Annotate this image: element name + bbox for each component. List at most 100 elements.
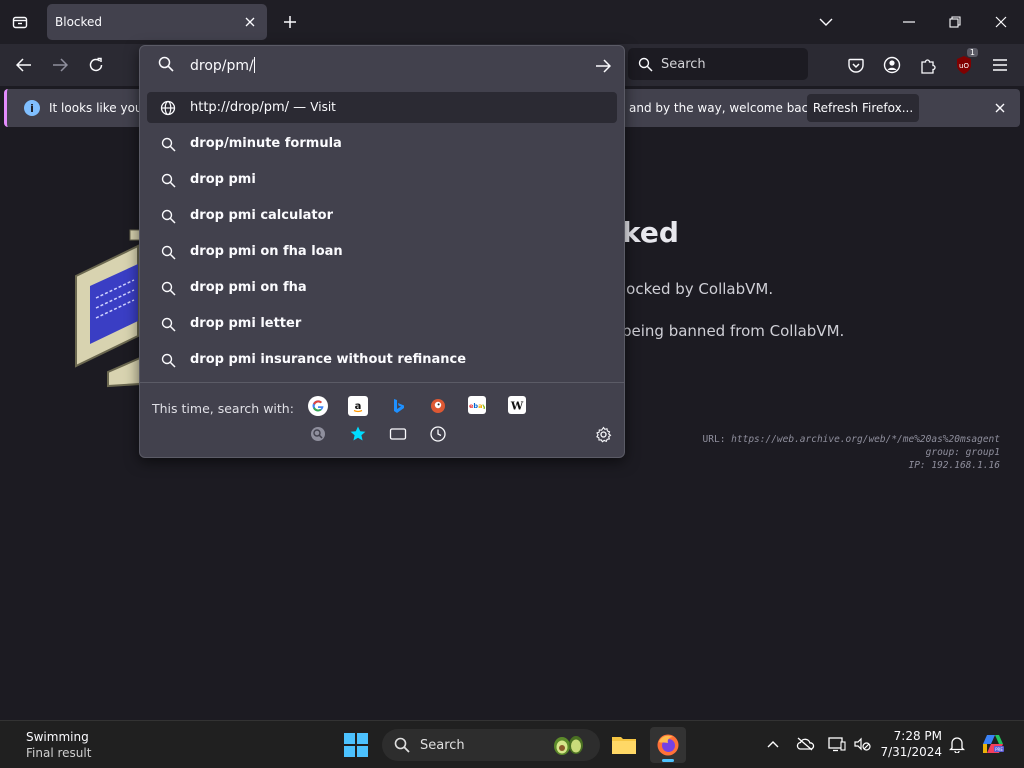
page-message-2: being banned from CollabVM.: [622, 322, 845, 340]
globe-icon: [159, 99, 177, 117]
search-suggestion[interactable]: drop pmi on fha: [147, 272, 617, 303]
suggestion-text: drop pmi calculator: [190, 208, 333, 223]
search-suggestion[interactable]: drop pmi on fha loan: [147, 236, 617, 267]
visit-separator: —: [289, 100, 311, 115]
search-icon: [159, 207, 177, 225]
computer-illustration: [75, 229, 141, 388]
onedrive-offline-icon[interactable]: [794, 733, 816, 755]
search-settings-gear-icon[interactable]: [593, 424, 613, 444]
tab-list-icon[interactable]: [6, 8, 34, 36]
bookmarks-star-icon[interactable]: [348, 424, 368, 444]
search-icon: [159, 351, 177, 369]
pocket-icon[interactable]: [842, 51, 870, 79]
search-icon: [159, 279, 177, 297]
visit-label: Visit: [310, 100, 336, 114]
tab-strip: Blocked: [0, 0, 1024, 44]
notification-message-end: and by the way, welcome back!: [629, 101, 821, 115]
windows-start-icon[interactable]: [344, 733, 368, 757]
go-arrow-icon[interactable]: [592, 55, 614, 77]
network-sound-icon[interactable]: [852, 733, 874, 755]
google-engine-icon[interactable]: [308, 396, 328, 416]
taskbar-search-box[interactable]: Search: [382, 729, 600, 761]
tab-blocked[interactable]: Blocked: [47, 4, 267, 40]
visit-url-suggestion[interactable]: http://drop/pm/ — Visit: [147, 92, 617, 123]
duckduckgo-engine-icon[interactable]: [428, 396, 448, 416]
urlbar-panel: drop/pm/ http://drop/pm/ — Visit drop/mi…: [139, 45, 625, 458]
diagnostics-info: URL: https://web.archive.org/web/*/me%20…: [703, 433, 1000, 472]
reload-icon[interactable]: [82, 51, 110, 79]
file-explorer-icon[interactable]: [606, 727, 642, 763]
ublock-origin-icon[interactable]: uO 1: [950, 48, 978, 79]
history-clock-icon[interactable]: [428, 424, 448, 444]
search-icon: [159, 171, 177, 189]
diag-url: https://web.archive.org/web/*/me%20as%20…: [731, 434, 1000, 445]
firefox-taskbar-icon[interactable]: [650, 727, 686, 763]
search-icon: [159, 243, 177, 261]
search-suggestion[interactable]: drop pmi calculator: [147, 200, 617, 231]
new-tab-icon[interactable]: [278, 10, 302, 34]
diag-ip: IP: 192.168.1.16: [908, 460, 1000, 471]
search-icon: [394, 737, 410, 753]
visit-url: http://drop/pm/: [190, 100, 290, 115]
extension-badge-count: 1: [966, 48, 978, 57]
urlbar-input[interactable]: drop/pm/: [140, 46, 624, 84]
taskbar-clock[interactable]: 7:28 PM 7/31/2024: [880, 728, 942, 760]
forward-arrow-icon[interactable]: [46, 51, 74, 79]
display-icon[interactable]: [826, 733, 848, 755]
back-arrow-icon[interactable]: [10, 51, 38, 79]
widget-subtitle: Final result: [26, 746, 92, 760]
ebay-engine-icon[interactable]: ebay: [468, 396, 486, 414]
urlbar-value: drop/pm/: [190, 58, 254, 74]
window-close-icon[interactable]: [987, 8, 1015, 36]
clock-time: 7:28 PM: [893, 729, 942, 743]
history-search-engine-icon[interactable]: [308, 424, 328, 444]
diag-group: group: group1: [925, 447, 1000, 458]
clock-date: 7/31/2024: [880, 745, 942, 759]
search-suggestion[interactable]: drop/minute formula: [147, 128, 617, 159]
toolbar-search-box[interactable]: Search: [628, 48, 808, 80]
search-suggestion[interactable]: drop pmi letter: [147, 308, 617, 339]
suggestion-text: drop pmi: [190, 172, 256, 187]
wikipedia-engine-icon[interactable]: W: [508, 396, 526, 414]
suggestion-text: drop pmi insurance without refinance: [190, 352, 467, 367]
tray-overflow-chevron-icon[interactable]: [762, 733, 784, 755]
urlbar-search-icon: [158, 56, 174, 72]
svg-text:a: a: [355, 401, 362, 412]
account-icon[interactable]: [878, 51, 906, 79]
restore-icon[interactable]: [941, 8, 969, 36]
suggestion-text: drop pmi letter: [190, 316, 302, 331]
svg-text:PRE: PRE: [995, 747, 1003, 752]
search-suggestion[interactable]: drop pmi: [147, 164, 617, 195]
extensions-puzzle-icon[interactable]: [914, 51, 942, 79]
copilot-icon[interactable]: PRE: [980, 731, 1006, 757]
search-engines-label: This time, search with:: [152, 401, 294, 416]
bing-engine-icon[interactable]: [388, 396, 408, 416]
tab-title: Blocked: [55, 15, 103, 29]
notification-close-icon[interactable]: [990, 98, 1010, 118]
tab-close-icon[interactable]: [241, 13, 259, 31]
search-icon: [159, 315, 177, 333]
toolbar-search-placeholder: Search: [661, 56, 706, 72]
info-icon: i: [24, 100, 40, 116]
amazon-engine-icon[interactable]: a: [348, 396, 368, 416]
notification-bell-icon[interactable]: [946, 733, 968, 755]
minimize-icon[interactable]: [895, 8, 923, 36]
weather-widget[interactable]: Swimming Final result: [26, 729, 91, 761]
widget-title: Swimming: [26, 730, 89, 744]
windows-taskbar: Swimming Final result Search 7:28 PM 7/3…: [0, 720, 1024, 768]
svg-text:W: W: [510, 400, 524, 412]
search-suggestion[interactable]: drop pmi insurance without refinance: [147, 344, 617, 375]
search-icon: [159, 135, 177, 153]
taskbar-search-label: Search: [420, 737, 465, 753]
engines-divider: [140, 382, 624, 383]
chevron-down-icon[interactable]: [812, 8, 840, 36]
avocado-icon: [554, 736, 583, 755]
suggestion-text: drop pmi on fha loan: [190, 244, 343, 259]
hamburger-menu-icon[interactable]: [986, 51, 1014, 79]
tabs-icon[interactable]: [388, 424, 408, 444]
page-heading: ked: [622, 216, 679, 249]
refresh-firefox-button[interactable]: Refresh Firefox...: [807, 94, 919, 122]
svg-text:ebay: ebay: [469, 402, 485, 409]
page-message-1: locked by CollabVM.: [622, 280, 774, 298]
suggestion-text: drop/minute formula: [190, 136, 342, 151]
